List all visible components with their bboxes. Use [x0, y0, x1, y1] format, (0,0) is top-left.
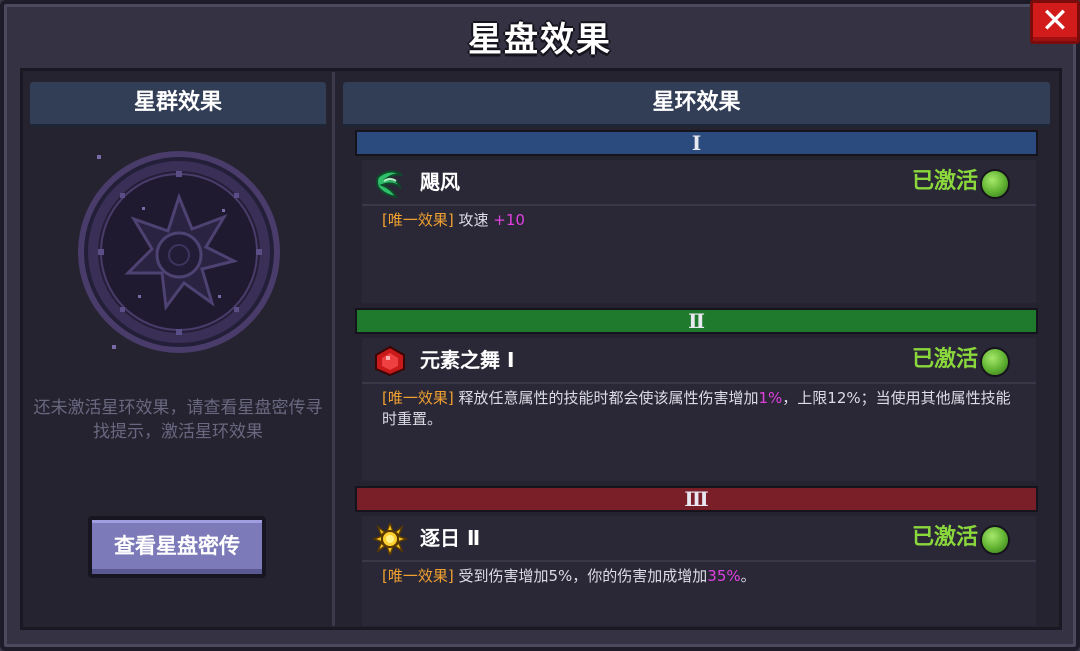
ruby-gem-icon [375, 345, 405, 377]
astrolabe-icon [78, 151, 280, 353]
active-indicator-icon [980, 169, 1010, 199]
effect-value: 35% [707, 567, 741, 585]
constellation-effects-header: 星群效果 [30, 82, 326, 127]
effect-name: 元素之舞 Ⅰ [420, 348, 515, 372]
dialog-title: 星盘效果 [468, 20, 612, 60]
effect-description: [唯一效果] 攻速 +10 [382, 210, 1018, 231]
effect-description: [唯一效果] 释放任意属性的技能时都会使该属性伤害增加1%，上限12%；当使用其… [382, 388, 1018, 430]
effect-card-header: 飓风 已激活 [362, 160, 1036, 206]
sun-icon [372, 523, 408, 555]
effect-text: 释放任意属性的技能时都会使该属性伤害增加 [453, 389, 759, 407]
effect-card-1: 飓风 已激活 [唯一效果] 攻速 +10 [362, 160, 1036, 303]
unique-effect-tag: [唯一效果] [382, 567, 454, 585]
effect-value: 1% [758, 389, 783, 407]
effect-text: 。 [740, 567, 756, 585]
tier-1-bar: Ⅰ [355, 130, 1038, 156]
effect-text: 攻速 [453, 211, 494, 229]
effect-card-3: 逐日 Ⅱ 已激活 [唯一效果] 受到伤害增加5%，你的伤害加成增加35%。 [362, 516, 1036, 626]
effect-name: 逐日 Ⅱ [420, 526, 481, 550]
effect-value: +10 [493, 211, 525, 229]
view-astrolabe-secrets-button[interactable]: 查看星盘密传 [88, 516, 266, 578]
inactive-hint-text: 还未激活星环效果，请查看星盘密传寻找提示，激活星环效果 [33, 398, 323, 442]
panel-divider [332, 72, 335, 626]
active-indicator-icon [980, 525, 1010, 555]
tier-3-bar: Ⅲ [355, 486, 1038, 512]
effect-card-header: 逐日 Ⅱ 已激活 [362, 516, 1036, 562]
effect-name: 飓风 [420, 170, 460, 194]
effect-status: 已激活 [911, 347, 978, 372]
effect-description: [唯一效果] 受到伤害增加5%，你的伤害加成增加35%。 [382, 566, 1018, 587]
ring-effects-header: 星环效果 [343, 82, 1050, 127]
unique-effect-tag: [唯一效果] [382, 211, 454, 229]
unique-effect-tag: [唯一效果] [382, 389, 454, 407]
effect-text: 受到伤害增加5%，你的伤害加成增加 [453, 567, 708, 585]
effect-card-2: 元素之舞 Ⅰ 已激活 [唯一效果] 释放任意属性的技能时都会使该属性伤害增加1%… [362, 338, 1036, 481]
close-button[interactable]: ✕ [1030, 0, 1080, 44]
close-icon: ✕ [1040, 0, 1070, 41]
effect-card-header: 元素之舞 Ⅰ 已激活 [362, 338, 1036, 384]
cyclone-icon [376, 170, 403, 199]
effect-status: 已激活 [911, 169, 978, 194]
active-indicator-icon [980, 347, 1010, 377]
tier-2-bar: Ⅱ [355, 308, 1038, 334]
effect-status: 已激活 [911, 525, 978, 550]
